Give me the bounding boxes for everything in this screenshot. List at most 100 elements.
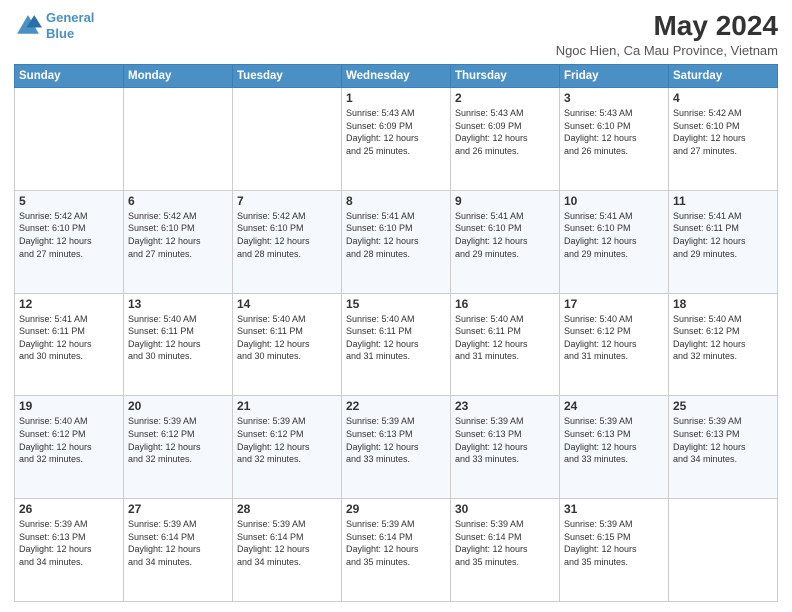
day-number: 15	[346, 297, 446, 311]
day-info: Sunrise: 5:43 AM Sunset: 6:09 PM Dayligh…	[346, 107, 446, 157]
day-info: Sunrise: 5:40 AM Sunset: 6:11 PM Dayligh…	[346, 313, 446, 363]
calendar-cell: 27Sunrise: 5:39 AM Sunset: 6:14 PM Dayli…	[124, 499, 233, 602]
weekday-header-sunday: Sunday	[15, 65, 124, 88]
weekday-header-tuesday: Tuesday	[233, 65, 342, 88]
day-number: 16	[455, 297, 555, 311]
day-number: 7	[237, 194, 337, 208]
calendar-cell: 3 Sunrise: 5:43 AM Sunset: 6:10 PM Daylig…	[560, 88, 669, 191]
calendar-week-row: 5 Sunrise: 5:42 AM Sunset: 6:10 PM Daylig…	[15, 190, 778, 293]
header: General Blue May 2024 Ngoc Hien, Ca Mau …	[14, 10, 778, 58]
day-number: 11	[673, 194, 773, 208]
calendar-week-row: 12 Sunrise: 5:41 AM Sunset: 6:11 PM Dayli…	[15, 293, 778, 396]
day-info: Sunrise: 5:41 AM Sunset: 6:10 PM Dayligh…	[346, 210, 446, 260]
calendar-cell: 11Sunrise: 5:41 AM Sunset: 6:11 PM Dayli…	[669, 190, 778, 293]
calendar-cell: 6Sunrise: 5:42 AM Sunset: 6:10 PM Daylig…	[124, 190, 233, 293]
calendar-cell: 15 Sunrise: 5:40 AM Sunset: 6:11 PM Dayli…	[342, 293, 451, 396]
weekday-header-monday: Monday	[124, 65, 233, 88]
day-info: Sunrise: 5:41 AM Sunset: 6:11 PM Dayligh…	[19, 313, 119, 363]
day-info: Sunrise: 5:43 AM Sunset: 6:10 PM Dayligh…	[564, 107, 664, 157]
day-info: Sunrise: 5:39 AM Sunset: 6:14 PM Dayligh…	[237, 518, 337, 568]
day-number: 31	[564, 502, 664, 516]
calendar-cell: 4Sunrise: 5:42 AM Sunset: 6:10 PM Daylig…	[669, 88, 778, 191]
day-info: Sunrise: 5:39 AM Sunset: 6:13 PM Dayligh…	[673, 415, 773, 465]
title-section: May 2024 Ngoc Hien, Ca Mau Province, Vie…	[556, 10, 778, 58]
day-number: 17	[564, 297, 664, 311]
calendar-cell: 17 Sunrise: 5:40 AM Sunset: 6:12 PM Dayli…	[560, 293, 669, 396]
day-info: Sunrise: 5:42 AM Sunset: 6:10 PM Dayligh…	[673, 107, 773, 157]
calendar-cell: 28 Sunrise: 5:39 AM Sunset: 6:14 PM Dayli…	[233, 499, 342, 602]
calendar-header-row: SundayMondayTuesdayWednesdayThursdayFrid…	[15, 65, 778, 88]
day-number: 20	[128, 399, 228, 413]
day-number: 8	[346, 194, 446, 208]
calendar-cell: 16 Sunrise: 5:40 AM Sunset: 6:11 PM Dayli…	[451, 293, 560, 396]
day-info: Sunrise: 5:39 AM Sunset: 6:13 PM Dayligh…	[19, 518, 119, 568]
day-info: Sunrise: 5:39 AM Sunset: 6:14 PM Dayligh…	[455, 518, 555, 568]
day-number: 29	[346, 502, 446, 516]
day-number: 18	[673, 297, 773, 311]
day-info: Sunrise: 5:40 AM Sunset: 6:11 PM Dayligh…	[237, 313, 337, 363]
logo: General Blue	[14, 10, 94, 41]
logo-text: General Blue	[46, 10, 94, 41]
day-number: 10	[564, 194, 664, 208]
day-number: 21	[237, 399, 337, 413]
day-number: 13	[128, 297, 228, 311]
day-info: Sunrise: 5:40 AM Sunset: 6:12 PM Dayligh…	[564, 313, 664, 363]
day-info: Sunrise: 5:40 AM Sunset: 6:11 PM Dayligh…	[455, 313, 555, 363]
day-number: 5	[19, 194, 119, 208]
day-info: Sunrise: 5:41 AM Sunset: 6:10 PM Dayligh…	[455, 210, 555, 260]
calendar-week-row: 26 Sunrise: 5:39 AM Sunset: 6:13 PM Dayli…	[15, 499, 778, 602]
calendar-cell: 8 Sunrise: 5:41 AM Sunset: 6:10 PM Daylig…	[342, 190, 451, 293]
day-number: 12	[19, 297, 119, 311]
weekday-header-wednesday: Wednesday	[342, 65, 451, 88]
calendar-cell: 21 Sunrise: 5:39 AM Sunset: 6:12 PM Dayli…	[233, 396, 342, 499]
calendar-week-row: 19Sunrise: 5:40 AM Sunset: 6:12 PM Dayli…	[15, 396, 778, 499]
calendar-cell: 31Sunrise: 5:39 AM Sunset: 6:15 PM Dayli…	[560, 499, 669, 602]
day-info: Sunrise: 5:42 AM Sunset: 6:10 PM Dayligh…	[19, 210, 119, 260]
calendar-cell: 10 Sunrise: 5:41 AM Sunset: 6:10 PM Dayli…	[560, 190, 669, 293]
month-title: May 2024	[556, 10, 778, 42]
day-info: Sunrise: 5:39 AM Sunset: 6:13 PM Dayligh…	[455, 415, 555, 465]
calendar-cell: 19Sunrise: 5:40 AM Sunset: 6:12 PM Dayli…	[15, 396, 124, 499]
day-number: 28	[237, 502, 337, 516]
calendar-cell	[124, 88, 233, 191]
calendar-cell: 25 Sunrise: 5:39 AM Sunset: 6:13 PM Dayli…	[669, 396, 778, 499]
day-info: Sunrise: 5:39 AM Sunset: 6:14 PM Dayligh…	[346, 518, 446, 568]
weekday-header-friday: Friday	[560, 65, 669, 88]
day-info: Sunrise: 5:39 AM Sunset: 6:12 PM Dayligh…	[237, 415, 337, 465]
day-number: 23	[455, 399, 555, 413]
calendar-cell: 18Sunrise: 5:40 AM Sunset: 6:12 PM Dayli…	[669, 293, 778, 396]
calendar-table: SundayMondayTuesdayWednesdayThursdayFrid…	[14, 64, 778, 602]
day-number: 14	[237, 297, 337, 311]
day-number: 6	[128, 194, 228, 208]
calendar-cell: 13Sunrise: 5:40 AM Sunset: 6:11 PM Dayli…	[124, 293, 233, 396]
day-number: 24	[564, 399, 664, 413]
calendar-cell	[15, 88, 124, 191]
day-info: Sunrise: 5:41 AM Sunset: 6:10 PM Dayligh…	[564, 210, 664, 260]
calendar-cell: 24 Sunrise: 5:39 AM Sunset: 6:13 PM Dayli…	[560, 396, 669, 499]
calendar-cell: 1 Sunrise: 5:43 AM Sunset: 6:09 PM Daylig…	[342, 88, 451, 191]
calendar-week-row: 1 Sunrise: 5:43 AM Sunset: 6:09 PM Daylig…	[15, 88, 778, 191]
day-number: 1	[346, 91, 446, 105]
day-number: 3	[564, 91, 664, 105]
calendar-cell: 20Sunrise: 5:39 AM Sunset: 6:12 PM Dayli…	[124, 396, 233, 499]
day-info: Sunrise: 5:42 AM Sunset: 6:10 PM Dayligh…	[237, 210, 337, 260]
day-number: 19	[19, 399, 119, 413]
day-number: 26	[19, 502, 119, 516]
calendar-cell: 12 Sunrise: 5:41 AM Sunset: 6:11 PM Dayli…	[15, 293, 124, 396]
day-number: 22	[346, 399, 446, 413]
page: General Blue May 2024 Ngoc Hien, Ca Mau …	[0, 0, 792, 612]
logo-line2: Blue	[46, 26, 74, 41]
day-number: 27	[128, 502, 228, 516]
day-info: Sunrise: 5:39 AM Sunset: 6:13 PM Dayligh…	[564, 415, 664, 465]
location-subtitle: Ngoc Hien, Ca Mau Province, Vietnam	[556, 43, 778, 58]
calendar-cell: 22 Sunrise: 5:39 AM Sunset: 6:13 PM Dayli…	[342, 396, 451, 499]
day-info: Sunrise: 5:39 AM Sunset: 6:13 PM Dayligh…	[346, 415, 446, 465]
calendar-cell: 7 Sunrise: 5:42 AM Sunset: 6:10 PM Daylig…	[233, 190, 342, 293]
weekday-header-thursday: Thursday	[451, 65, 560, 88]
weekday-header-saturday: Saturday	[669, 65, 778, 88]
day-number: 25	[673, 399, 773, 413]
calendar-cell: 9Sunrise: 5:41 AM Sunset: 6:10 PM Daylig…	[451, 190, 560, 293]
logo-icon	[14, 12, 42, 40]
calendar-cell: 30Sunrise: 5:39 AM Sunset: 6:14 PM Dayli…	[451, 499, 560, 602]
day-info: Sunrise: 5:43 AM Sunset: 6:09 PM Dayligh…	[455, 107, 555, 157]
